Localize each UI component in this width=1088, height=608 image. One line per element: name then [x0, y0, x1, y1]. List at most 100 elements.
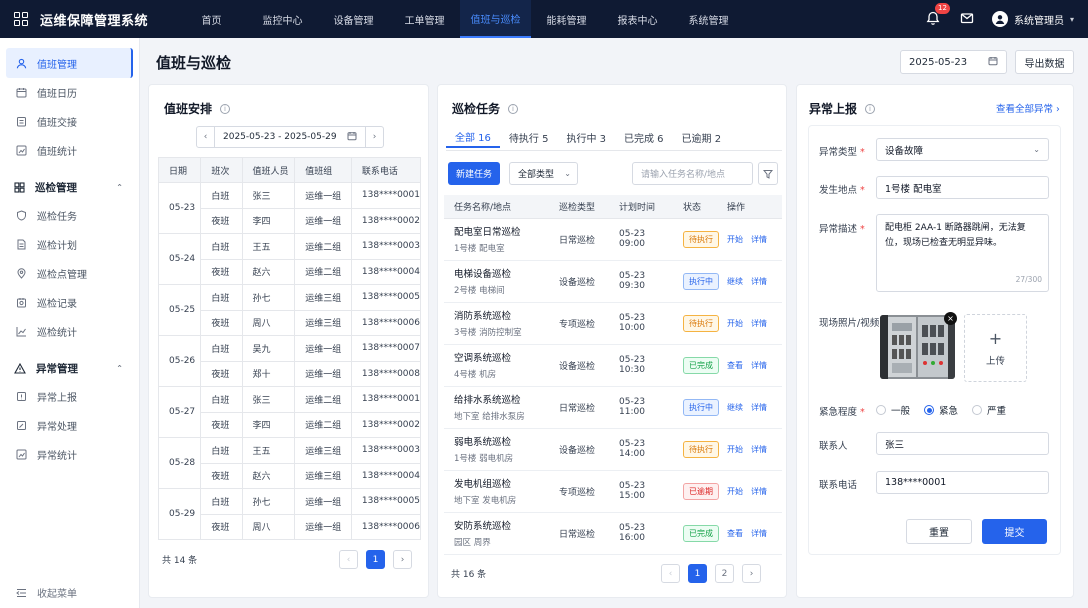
app-grid-icon [14, 12, 28, 26]
table-row[interactable]: 空调系统巡检 4号楼 机房 设备巡检 05-23 10:30 已完成 查看 详情 [444, 344, 782, 387]
status-badge: 已完成 [683, 356, 719, 374]
sidebar-item-abnormal-handle[interactable]: 异常处理 [0, 411, 139, 440]
contact-input[interactable]: 张三 [876, 432, 1049, 455]
urgency-radio-urgent[interactable]: 紧急 [924, 403, 958, 417]
table-row[interactable]: 发电机组巡检 地下室 发电机房 专项巡检 05-23 15:00 已逾期 开始 详情 [444, 470, 782, 513]
avatar[interactable] [991, 11, 1008, 27]
task-action-link[interactable]: 开始 [727, 319, 743, 328]
task-detail-link[interactable]: 详情 [751, 235, 767, 244]
task-detail-link[interactable]: 详情 [751, 445, 767, 454]
sidebar-item-abnormal-stats[interactable]: 异常统计 [0, 440, 139, 469]
nav-device[interactable]: 设备管理 [318, 0, 389, 38]
task-action-link[interactable]: 查看 [727, 361, 743, 370]
nav-energy[interactable]: 能耗管理 [531, 0, 602, 38]
page-button[interactable]: 2 [715, 564, 734, 583]
bell-icon[interactable]: 12 [926, 3, 950, 27]
new-task-button[interactable]: 新建任务 [448, 162, 500, 185]
task-action-link[interactable]: 继续 [727, 403, 743, 412]
page-button[interactable]: 1 [688, 564, 707, 583]
info-icon[interactable]: i [865, 103, 876, 114]
abnormal-type-select[interactable]: 设备故障 ⌄ [876, 138, 1049, 161]
sidebar-item-duty-management[interactable]: 值班管理 [6, 48, 133, 78]
duty-cell: 运维一组 [294, 207, 352, 234]
location-input[interactable]: 1号楼 配电室 [876, 176, 1049, 199]
nav-monitor[interactable]: 监控中心 [247, 0, 318, 38]
table-row[interactable]: 消防系统巡检 3号楼 消防控制室 专项巡检 05-23 10:00 待执行 开始 详情 [444, 302, 782, 345]
task-detail-link[interactable]: 详情 [751, 529, 767, 538]
sidebar-item-duty-stats[interactable]: 值班统计 [0, 136, 139, 165]
table-row[interactable]: 配电室日常巡检 1号楼 配电室 日常巡检 05-23 09:00 待执行 开始 详情 [444, 218, 782, 261]
sidebar-item-inspection-record[interactable]: 巡检记录 [0, 288, 139, 317]
sidebar-item-inspection-stats[interactable]: 巡检统计 [0, 317, 139, 346]
task-action-link[interactable]: 查看 [727, 529, 743, 538]
tab-done[interactable]: 已完成 6 [615, 126, 673, 148]
tab-all[interactable]: 全部 16 [446, 126, 500, 148]
sidebar-item-duty-handover[interactable]: 值班交接 [0, 107, 139, 136]
chevron-right-icon[interactable]: › [365, 127, 383, 147]
chevron-down-icon[interactable]: ▾ [1070, 15, 1074, 24]
view-all-abnormal-link[interactable]: 查看全部异常 › [996, 101, 1060, 115]
nav-home[interactable]: 首页 [176, 0, 247, 38]
nav-workorder[interactable]: 工单管理 [389, 0, 460, 38]
phone-input[interactable]: 138****0001 [876, 471, 1049, 494]
reset-button[interactable]: 重置 [906, 519, 972, 544]
task-detail-link[interactable]: 详情 [751, 403, 767, 412]
type-select[interactable]: 全部类型 ⌄ [509, 162, 578, 185]
sidebar-item-inspection-task[interactable]: 巡检任务 [0, 201, 139, 230]
photo-label: 现场照片/视频 [819, 318, 880, 329]
prev-page-button[interactable]: ‹ [661, 564, 680, 583]
date-range-picker[interactable]: ‹ 2025-05-23 - 2025-05-29 › [196, 126, 384, 148]
info-icon[interactable]: i [508, 103, 519, 114]
next-page-button[interactable]: › [393, 550, 412, 569]
date-picker[interactable]: 2025-05-23 [900, 50, 1007, 74]
table-row[interactable]: 电梯设备巡检 2号楼 电梯间 设备巡检 05-23 09:30 执行中 继续 详情 [444, 260, 782, 303]
sidebar-group-inspection[interactable]: 巡检管理 ⌃ [0, 173, 139, 201]
status-badge: 执行中 [683, 272, 719, 290]
submit-button[interactable]: 提交 [982, 519, 1047, 544]
table-row[interactable]: 安防系统巡检 园区 周界 日常巡检 05-23 16:00 已完成 查看 详情 [444, 512, 782, 555]
nav-system[interactable]: 系统管理 [673, 0, 744, 38]
site-photo-thumbnail[interactable] [880, 315, 955, 379]
status-badge: 待执行 [683, 440, 719, 458]
brand[interactable]: 运维保障管理系统 [0, 10, 170, 29]
sidebar-item-label: 值班统计 [37, 147, 77, 158]
sidebar-item-inspection-point[interactable]: 巡检点管理 [0, 259, 139, 288]
prev-page-button[interactable]: ‹ [339, 550, 358, 569]
tab-pending[interactable]: 待执行 5 [500, 126, 558, 148]
task-action-link[interactable]: 继续 [727, 277, 743, 286]
collapse-menu-button[interactable]: 收起菜单 [16, 585, 77, 600]
sidebar-item-abnormal-report[interactable]: 异常上报 [0, 382, 139, 411]
task-type-cell: 日常巡检 [549, 386, 609, 429]
chevron-left-icon[interactable]: ‹ [197, 127, 215, 147]
nav-duty-inspection[interactable]: 值班与巡检 [460, 0, 531, 38]
task-action-link[interactable]: 开始 [727, 487, 743, 496]
page-button[interactable]: 1 [366, 550, 385, 569]
description-textarea[interactable]: 配电柜 2AA-1 断路器跳闸，无法复位，现场已检查无明显异味。 27/300 [876, 214, 1049, 292]
next-page-button[interactable]: › [742, 564, 761, 583]
task-detail-link[interactable]: 详情 [751, 277, 767, 286]
tab-overdue[interactable]: 已逾期 2 [673, 126, 731, 148]
nav-report[interactable]: 报表中心 [602, 0, 673, 38]
task-search-input[interactable]: 请输入任务名称/地点 [632, 162, 753, 185]
sidebar-item-inspection-plan[interactable]: 巡检计划 [0, 230, 139, 259]
duty-cell: 李四 [241, 411, 296, 438]
table-row[interactable]: 弱电系统巡检 1号楼 弱电机房 设备巡检 05-23 14:00 待执行 开始 详情 [444, 428, 782, 471]
urgency-radio-normal[interactable]: 一般 [876, 403, 910, 417]
task-detail-link[interactable]: 详情 [751, 361, 767, 370]
sidebar-item-duty-calendar[interactable]: 值班日历 [0, 78, 139, 107]
user-name[interactable]: 系统管理员 [1014, 12, 1064, 27]
remove-photo-icon[interactable]: × [944, 312, 957, 325]
export-button[interactable]: 导出数据 [1015, 50, 1074, 74]
upload-button[interactable]: + 上传 [964, 314, 1027, 382]
task-detail-link[interactable]: 详情 [751, 319, 767, 328]
sidebar-group-abnormal[interactable]: 异常管理 ⌃ [0, 354, 139, 382]
tab-running[interactable]: 执行中 3 [557, 126, 615, 148]
mail-icon[interactable] [960, 11, 976, 27]
task-detail-link[interactable]: 详情 [751, 487, 767, 496]
table-row[interactable]: 给排水系统巡检 地下室 给排水泵房 日常巡检 05-23 11:00 执行中 继续 详情 [444, 386, 782, 429]
info-icon[interactable]: i [220, 103, 231, 114]
task-action-link[interactable]: 开始 [727, 445, 743, 454]
urgency-radio-severe[interactable]: 严重 [972, 403, 1006, 417]
task-action-link[interactable]: 开始 [727, 235, 743, 244]
filter-icon[interactable] [758, 162, 778, 185]
